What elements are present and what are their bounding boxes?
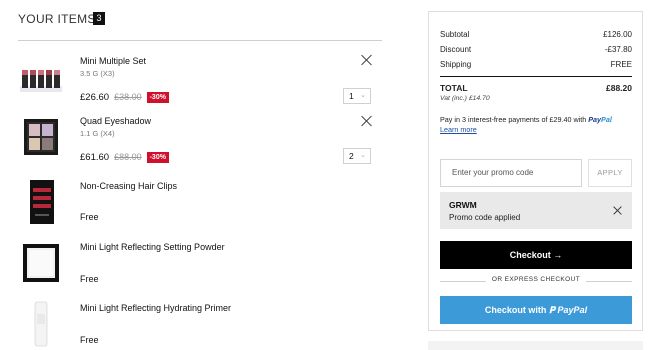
- shipping-value: FREE: [610, 60, 632, 69]
- chevron-down-icon: ⌄: [360, 92, 366, 99]
- product-image: [20, 70, 62, 92]
- item-price: Free: [80, 212, 99, 222]
- price-row: £26.60 £38.00 -30%: [80, 90, 169, 104]
- items-title: YOUR ITEMS: [18, 12, 96, 26]
- quantity-value: 1: [349, 91, 354, 101]
- price-row: £61.60 £88.00 -30%: [80, 150, 169, 164]
- item-price: Free: [80, 274, 99, 284]
- subtotal-label: Subtotal: [440, 30, 470, 39]
- secondary-panel: [428, 341, 643, 350]
- item-size: 1.1 G (X4): [80, 129, 115, 138]
- cart-item: Quad Eyeshadow 1.1 G (X4) £61.60 £88.00 …: [18, 113, 382, 171]
- promo-code-value: GRWM: [449, 200, 477, 210]
- remove-item-close-icon[interactable]: [360, 114, 374, 128]
- quantity-select[interactable]: 1 ⌄: [343, 88, 371, 104]
- cart-item: Mini Light Reflecting Hydrating Primer F…: [18, 299, 382, 349]
- paypal-checkout-button[interactable]: Checkout with 𝐏 PayPal: [440, 296, 632, 324]
- cart-item: Mini Light Reflecting Setting Powder Fre…: [18, 237, 382, 292]
- remove-item-close-icon[interactable]: [360, 53, 374, 67]
- item-name[interactable]: Mini Light Reflecting Setting Powder: [80, 242, 225, 252]
- paypal-icon: 𝐏: [548, 305, 556, 315]
- shipping-row: Shipping FREE: [440, 60, 632, 69]
- item-name[interactable]: Mini Multiple Set: [80, 56, 146, 66]
- paypal-logo-icon: PayPal: [588, 115, 612, 124]
- shipping-label: Shipping: [440, 60, 472, 69]
- checkout-button[interactable]: Checkout →: [440, 241, 632, 269]
- apply-promo-button[interactable]: APPLY: [588, 159, 632, 187]
- item-name[interactable]: Mini Light Reflecting Hydrating Primer: [80, 303, 231, 313]
- discount-row: Discount -£37.80: [440, 45, 632, 54]
- paypal-logo-part: Pay: [588, 115, 602, 124]
- paypal-installments-text: Pay in 3 interest-free payments of £29.4…: [440, 115, 635, 135]
- installments-message: Pay in 3 interest-free payments of £29.4…: [440, 115, 587, 124]
- quantity-value: 2: [349, 151, 354, 161]
- item-name[interactable]: Non-Creasing Hair Clips: [80, 181, 177, 191]
- product-image: [23, 244, 59, 282]
- cart-item: Mini Multiple Set 3.5 G (X3) £26.60 £38.…: [18, 52, 382, 110]
- paypal-logo-part: Pal: [601, 115, 612, 124]
- item-size: 3.5 G (X3): [80, 69, 115, 78]
- express-checkout-divider: OR EXPRESS CHECKOUT: [440, 276, 632, 286]
- items-count-badge: 3: [93, 12, 105, 25]
- subtotal-row: Subtotal £126.00: [440, 30, 632, 39]
- item-price: Free: [80, 335, 99, 345]
- order-summary-panel: Subtotal £126.00 Discount -£37.80 Shippi…: [428, 11, 643, 331]
- total-label: TOTAL: [440, 83, 468, 93]
- learn-more-link[interactable]: Learn more: [440, 125, 477, 134]
- vat-note: Vat (inc.) £14.70: [440, 95, 490, 102]
- items-header: YOUR ITEMS 3: [18, 10, 382, 41]
- item-price: £26.60: [80, 91, 110, 103]
- item-original-price: £38.00: [114, 92, 142, 102]
- remove-promo-close-icon[interactable]: [612, 205, 623, 216]
- product-image: [30, 180, 54, 224]
- total-row: TOTAL £88.20: [440, 83, 632, 93]
- chevron-down-icon: ⌄: [360, 152, 366, 159]
- total-value: £88.20: [606, 83, 632, 93]
- item-name[interactable]: Quad Eyeshadow: [80, 116, 151, 126]
- discount-badge: -30%: [146, 151, 169, 163]
- item-original-price: £88.00: [114, 152, 142, 162]
- discount-value: -£37.80: [604, 45, 632, 54]
- product-image: [24, 119, 58, 155]
- express-checkout-label: OR EXPRESS CHECKOUT: [485, 276, 587, 283]
- applied-promo-box: GRWM Promo code applied: [440, 192, 632, 229]
- promo-code-input[interactable]: Enter your promo code: [440, 159, 582, 187]
- paypal-brand-text: PayPal: [557, 305, 588, 315]
- product-image: [34, 301, 48, 347]
- summary-divider: [440, 76, 632, 77]
- subtotal-value: £126.00: [603, 30, 632, 39]
- quantity-select[interactable]: 2 ⌄: [343, 148, 371, 164]
- cart-item: Non-Creasing Hair Clips Free: [18, 176, 382, 231]
- item-price: £61.60: [80, 151, 110, 163]
- discount-label: Discount: [440, 45, 472, 54]
- paypal-checkout-label: Checkout with: [484, 305, 547, 315]
- promo-status-text: Promo code applied: [449, 213, 521, 222]
- discount-badge: -30%: [146, 91, 169, 103]
